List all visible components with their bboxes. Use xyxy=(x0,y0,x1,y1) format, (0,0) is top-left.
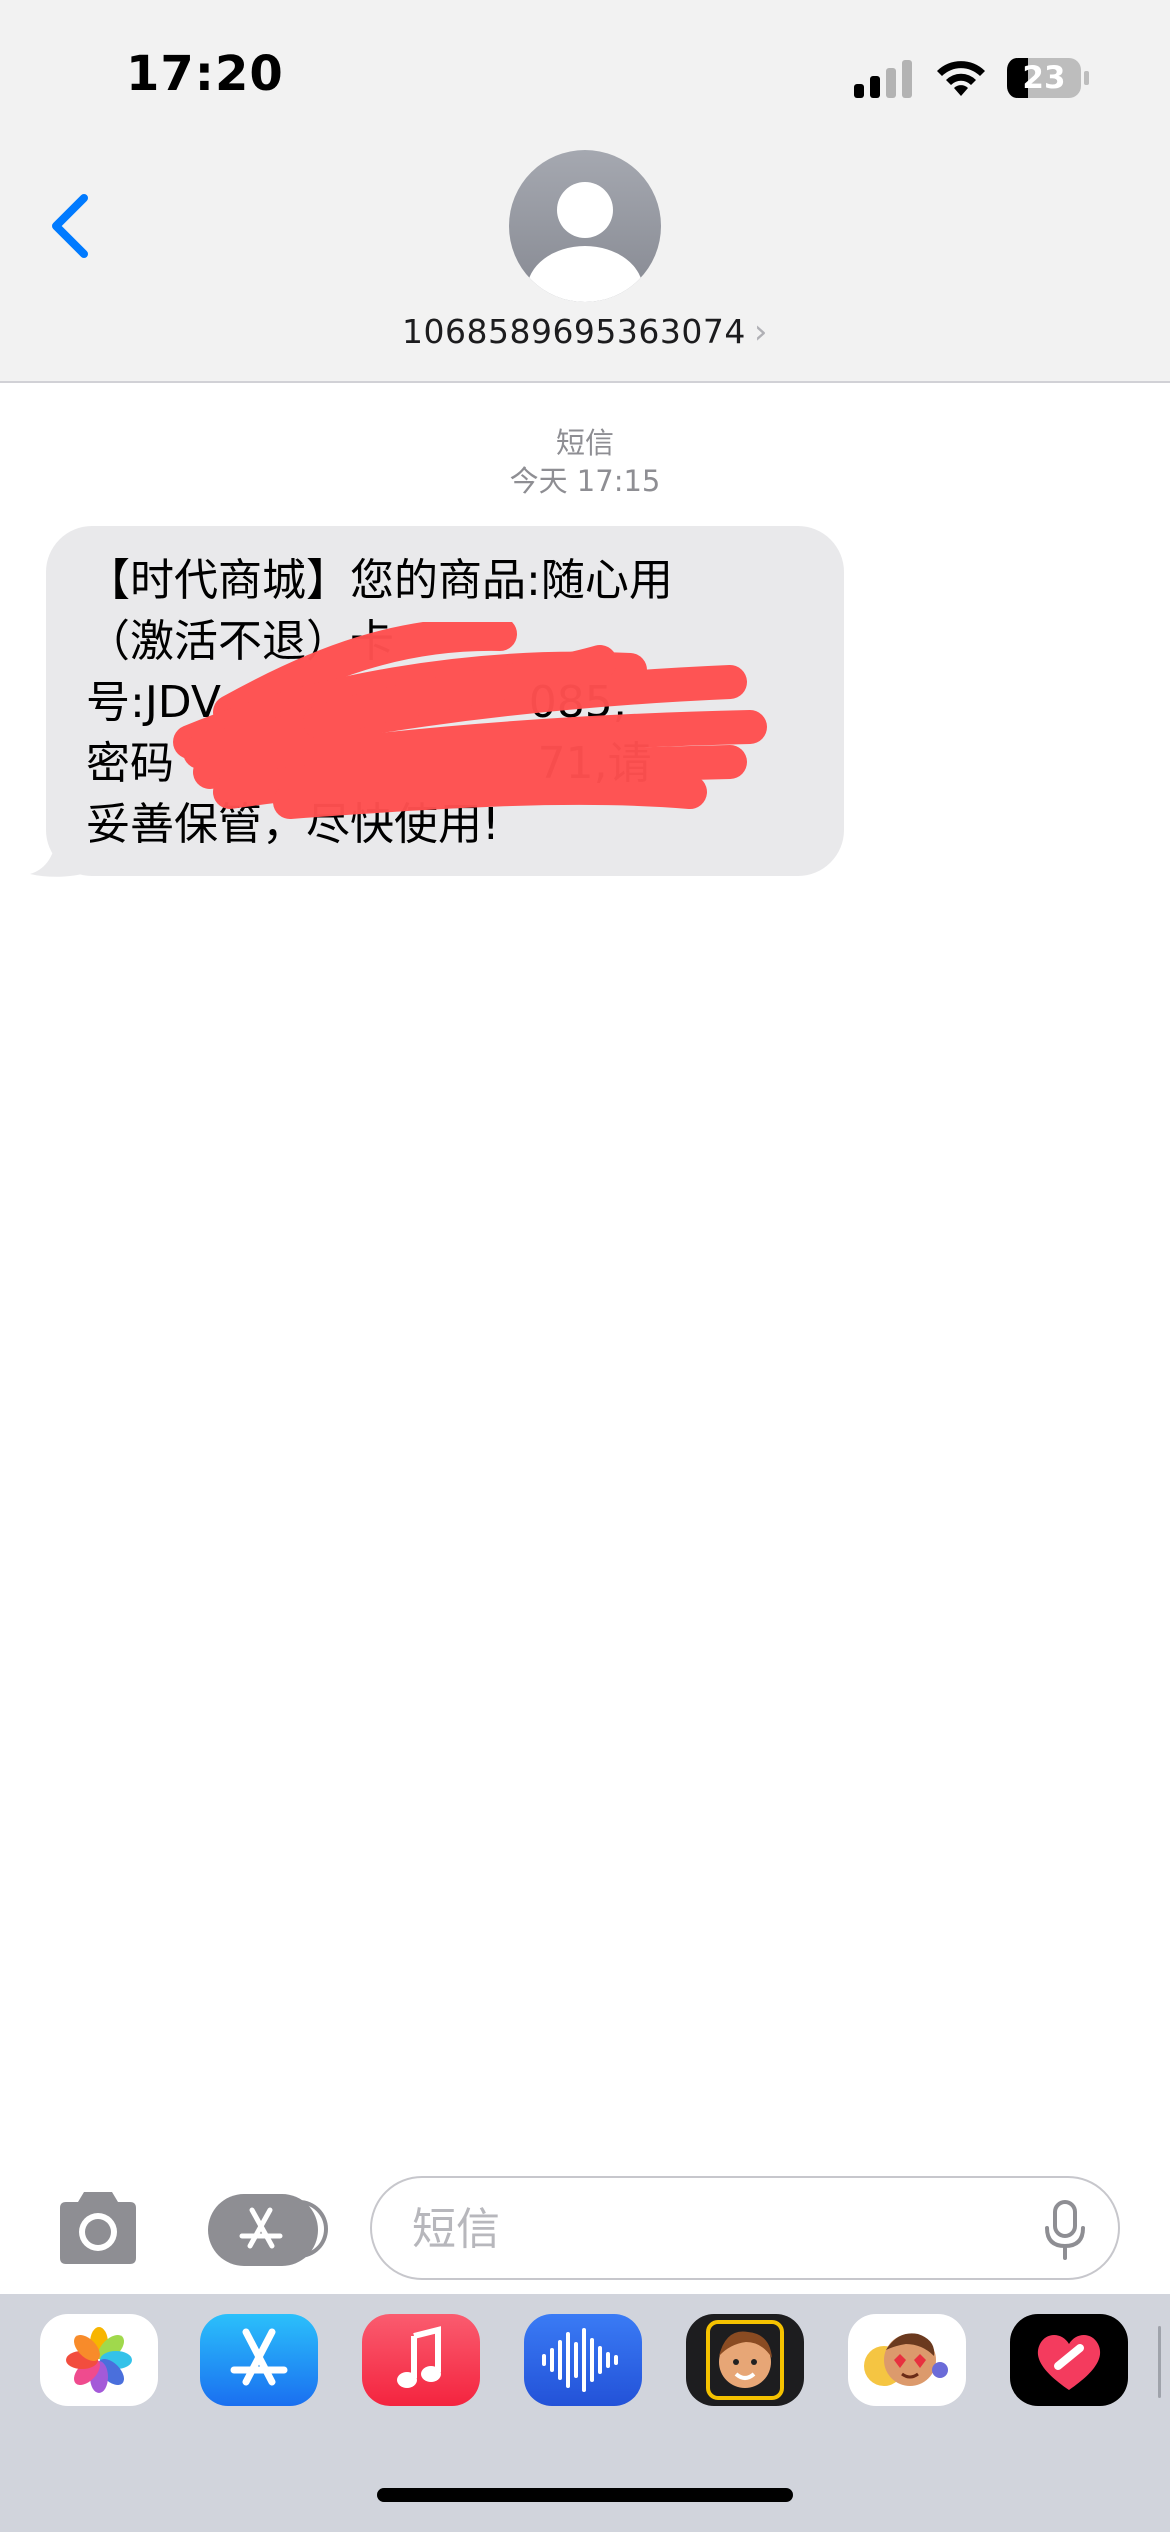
bubble-tail xyxy=(30,838,90,877)
message-line: 密码 71,请 xyxy=(86,738,652,789)
cellular-signal-icon xyxy=(854,60,912,98)
message-line: 妥善保管，尽快使用! xyxy=(86,799,500,850)
app-store-glyph-icon xyxy=(239,2207,283,2249)
contact-avatar[interactable] xyxy=(509,150,661,302)
music-app-icon[interactable] xyxy=(362,2314,480,2406)
app-store-button[interactable] xyxy=(208,2194,328,2266)
message-timestamp: 今天 17:15 xyxy=(509,464,661,498)
message-input-field[interactable] xyxy=(370,2176,1120,2280)
memoji-stickers-app-icon[interactable] xyxy=(686,2314,804,2406)
home-indicator[interactable] xyxy=(377,2488,793,2502)
message-line: 【时代商城】您的商品:随心用 xyxy=(86,555,673,606)
app-store-app-icon[interactable] xyxy=(200,2314,318,2406)
status-time: 17:20 xyxy=(126,46,284,102)
photos-app-icon[interactable] xyxy=(40,2314,158,2406)
dock-scroll-indicator xyxy=(1158,2326,1161,2398)
contact-number[interactable]: 1068589695363074 xyxy=(402,312,746,351)
voice-memos-app-icon[interactable] xyxy=(524,2314,642,2406)
digital-touch-app-icon[interactable] xyxy=(1010,2314,1128,2406)
microphone-icon[interactable] xyxy=(1042,2200,1088,2260)
message-bubble[interactable]: 【时代商城】您的商品:随心用 （激活不退）卡 号:JDV 085, 密码 71,… xyxy=(46,526,844,876)
service-label: 短信 xyxy=(555,426,614,460)
message-input[interactable] xyxy=(410,2196,1014,2262)
back-chevron-icon[interactable] xyxy=(40,186,100,266)
contact-name[interactable]: 1068589695363074 › xyxy=(0,312,1170,352)
camera-icon[interactable] xyxy=(52,2190,144,2266)
message-line: （激活不退）卡 xyxy=(86,616,394,667)
battery-indicator: 23 xyxy=(1006,56,1090,100)
chevron-right-icon: › xyxy=(753,312,769,352)
battery-level: 23 xyxy=(1022,60,1066,96)
animoji-app-icon[interactable] xyxy=(848,2314,966,2406)
message-line: 号:JDV 085, xyxy=(86,677,627,728)
wifi-icon xyxy=(937,61,985,96)
